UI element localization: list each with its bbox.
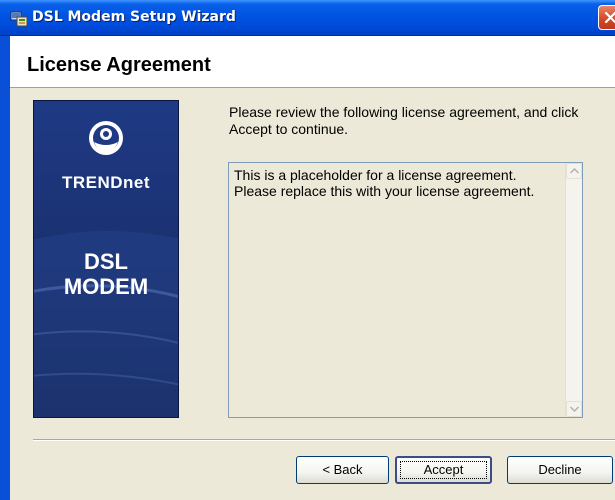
product-banner: TRENDnet DSL MODEM [33,100,179,418]
instruction-text: Please review the following license agre… [229,104,579,137]
close-icon [604,11,615,24]
accept-button[interactable]: Accept [395,456,492,484]
arrow-up-icon [570,168,579,174]
license-textbox[interactable]: This is a placeholder for a license agre… [228,162,583,418]
focus-rectangle [400,461,487,479]
button-separator [33,439,615,441]
wizard-header: License Agreement [10,36,615,88]
license-text: This is a placeholder for a license agre… [234,167,535,199]
back-button[interactable]: < Back [296,456,389,484]
scroll-up-button[interactable] [566,163,582,179]
setup-wizard-window: DSL Modem Setup Wizard License Agreement [0,0,615,500]
window-frame-left [0,36,10,500]
scroll-down-button[interactable] [566,401,582,417]
product-name-line2: MODEM [63,274,149,299]
brand-name: TRENDnet [61,173,151,192]
decline-button[interactable]: Decline [507,456,613,484]
close-button[interactable] [598,5,615,30]
setup-wizard-icon [10,11,28,27]
arrow-down-icon [570,406,579,412]
vertical-scrollbar[interactable] [565,163,582,417]
page-title: License Agreement [27,54,211,76]
product-name-line1: DSL [84,249,128,274]
window-title: DSL Modem Setup Wizard [32,9,236,25]
trendnet-logo-icon [89,121,123,155]
title-bar[interactable]: DSL Modem Setup Wizard [0,0,615,36]
